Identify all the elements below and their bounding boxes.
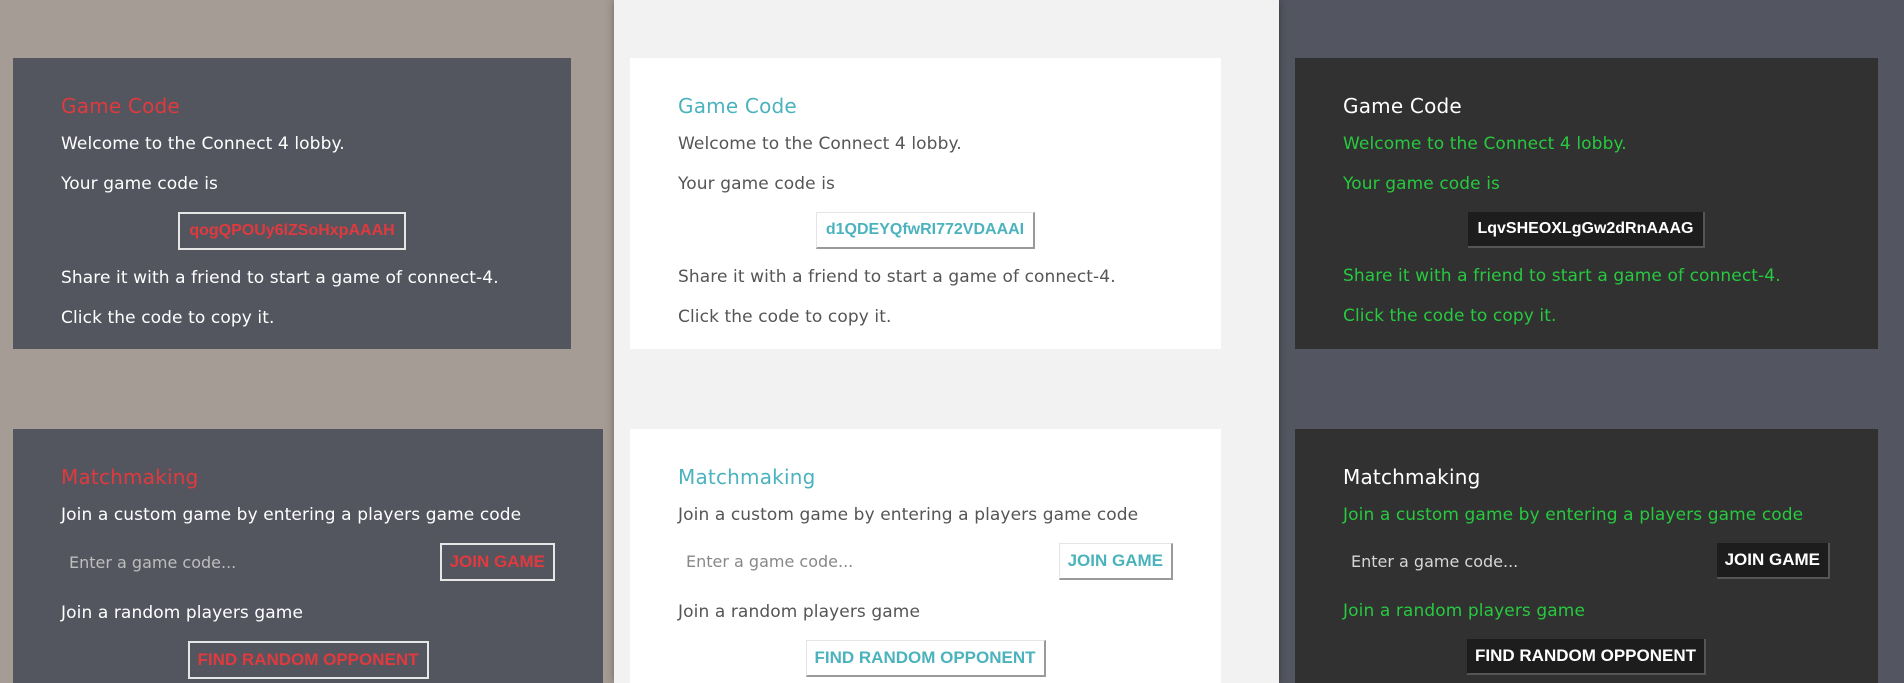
theme-panel-3: Game Code Welcome to the Connect 4 lobby… (1279, 0, 1904, 683)
game-code-card: Game Code Welcome to the Connect 4 lobby… (1295, 58, 1878, 349)
your-code-text: Your game code is (678, 174, 836, 194)
game-code-title: Game Code (678, 94, 797, 118)
join-game-button[interactable]: JOIN GAME (1058, 543, 1173, 580)
random-game-label: Join a random players game (1343, 601, 1586, 621)
random-game-label: Join a random players game (61, 603, 304, 623)
find-random-opponent-button[interactable]: FIND RANDOM OPPONENT (805, 640, 1046, 677)
share-text: Share it with a friend to start a game o… (678, 267, 1116, 287)
join-game-button[interactable]: JOIN GAME (439, 543, 555, 581)
welcome-text: Welcome to the Connect 4 lobby. (61, 134, 345, 154)
game-code-card: Game Code Welcome to the Connect 4 lobby… (630, 58, 1221, 349)
matchmaking-card: Matchmaking Join a custom game by enteri… (630, 429, 1221, 683)
game-code-button[interactable]: qogQPOUy6lZSoHxpAAAH (178, 212, 406, 250)
random-game-label: Join a random players game (678, 602, 921, 622)
game-code-button[interactable]: d1QDEYQfwRI772VDAAAI (815, 212, 1036, 249)
theme-panel-1: Game Code Welcome to the Connect 4 lobby… (0, 0, 614, 683)
matchmaking-card: Matchmaking Join a custom game by enteri… (1295, 429, 1878, 683)
your-code-text: Your game code is (1343, 174, 1501, 194)
copy-hint-text: Click the code to copy it. (678, 307, 892, 327)
custom-game-label: Join a custom game by entering a players… (61, 505, 522, 525)
game-code-input[interactable] (1343, 543, 1683, 579)
matchmaking-title: Matchmaking (61, 465, 199, 489)
game-code-input[interactable] (61, 544, 401, 580)
your-code-text: Your game code is (61, 174, 219, 194)
join-game-button[interactable]: JOIN GAME (1716, 543, 1830, 579)
find-random-opponent-button[interactable]: FIND RANDOM OPPONENT (1467, 639, 1706, 675)
find-random-opponent-button[interactable]: FIND RANDOM OPPONENT (187, 641, 429, 679)
share-text: Share it with a friend to start a game o… (61, 268, 499, 288)
game-code-title: Game Code (1343, 94, 1462, 118)
copy-hint-text: Click the code to copy it. (61, 308, 275, 328)
game-code-button[interactable]: LqvSHEOXLgGw2dRnAAAG (1468, 212, 1705, 248)
matchmaking-card: Matchmaking Join a custom game by enteri… (13, 429, 603, 683)
matchmaking-title: Matchmaking (678, 465, 816, 489)
theme-panel-2: Game Code Welcome to the Connect 4 lobby… (614, 0, 1279, 683)
welcome-text: Welcome to the Connect 4 lobby. (1343, 134, 1627, 154)
custom-game-label: Join a custom game by entering a players… (678, 505, 1139, 525)
welcome-text: Welcome to the Connect 4 lobby. (678, 134, 962, 154)
matchmaking-title: Matchmaking (1343, 465, 1481, 489)
copy-hint-text: Click the code to copy it. (1343, 306, 1557, 326)
game-code-title: Game Code (61, 94, 180, 118)
custom-game-label: Join a custom game by entering a players… (1343, 505, 1804, 525)
game-code-card: Game Code Welcome to the Connect 4 lobby… (13, 58, 571, 349)
share-text: Share it with a friend to start a game o… (1343, 266, 1781, 286)
game-code-input[interactable] (678, 544, 1018, 579)
